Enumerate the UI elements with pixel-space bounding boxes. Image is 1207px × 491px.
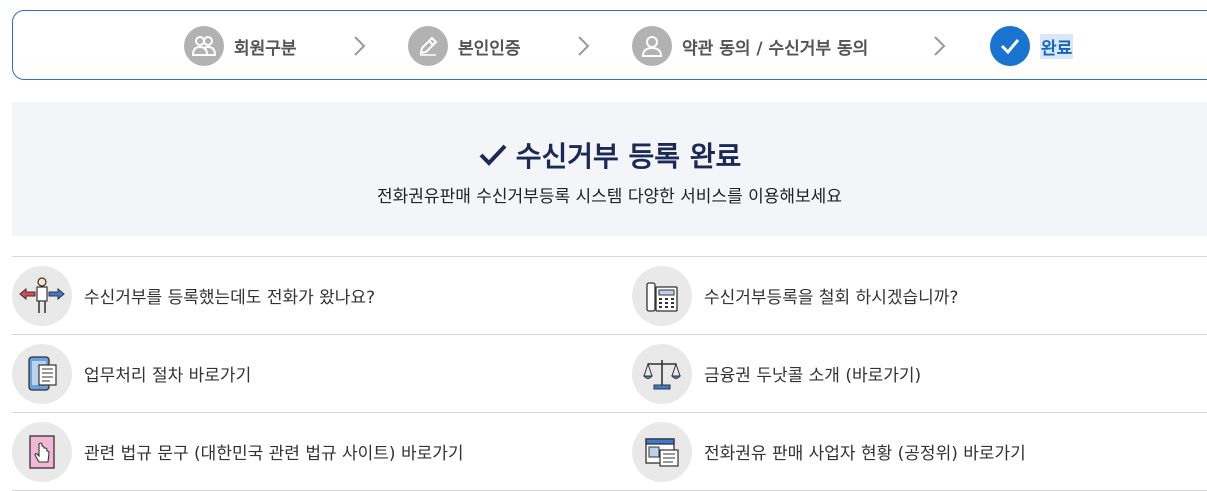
step-terms-agreement: 약관 동의 / 수신거부 동의 [632, 25, 868, 67]
link-financial-donotcall[interactable]: 금융권 두낫콜 소개 (바로가기) [632, 335, 921, 412]
service-links: 수신거부를 등록했는데도 전화가 왔나요? 수신거부등록을 철회 하시겠습니까?… [12, 256, 1207, 491]
chevron-right-icon [354, 36, 366, 56]
link-work-procedure[interactable]: 업무처리 절차 바로가기 [12, 335, 251, 412]
window-list-icon [632, 421, 692, 482]
progress-stepper: 회원구분 본인인증 약관 동의 / 수신거부 동의 완료 [12, 10, 1207, 80]
banner-title-text: 수신거부 등록 완료 [515, 140, 742, 173]
telephone-icon [632, 265, 692, 326]
link-related-laws[interactable]: 관련 법규 문구 (대한민국 관련 법규 사이트) 바로가기 [12, 413, 464, 490]
link-label: 수신거부를 등록했는데도 전화가 왔나요? [84, 288, 376, 308]
step-complete: 완료 [990, 25, 1074, 67]
step-identity-verification: 본인인증 [408, 25, 521, 67]
pencil-icon [408, 26, 448, 66]
scale-icon [632, 343, 692, 404]
user-icon [632, 26, 672, 66]
step-label: 약관 동의 / 수신거부 동의 [682, 38, 869, 59]
chevron-right-icon [934, 36, 946, 56]
check-icon [479, 144, 507, 166]
page-title: 수신거부 등록 완료 [12, 135, 1207, 175]
link-withdraw-registration[interactable]: 수신거부등록을 철회 하시겠습니까? [632, 257, 958, 334]
step-member-type: 회원구분 [184, 25, 297, 67]
link-row: 수신거부를 등록했는데도 전화가 왔나요? 수신거부등록을 철회 하시겠습니까? [12, 257, 1207, 335]
link-label: 금융권 두낫콜 소개 (바로가기) [704, 366, 922, 386]
hand-pointer-icon [12, 421, 72, 482]
tablet-document-icon [12, 343, 72, 404]
link-telemarketing-businesses[interactable]: 전화권유 판매 사업자 현황 (공정위) 바로가기 [632, 413, 1026, 490]
link-label: 전화권유 판매 사업자 현황 (공정위) 바로가기 [704, 444, 1026, 464]
step-label: 완료 [1040, 33, 1074, 59]
completion-banner: 수신거부 등록 완료 전화권유판매 수신거부등록 시스템 다양한 서비스를 이용… [12, 102, 1207, 236]
step-label: 본인인증 [458, 38, 521, 59]
link-row: 업무처리 절차 바로가기 금융권 두낫콜 소개 (바로가기) [12, 335, 1207, 413]
person-arrows-icon [12, 265, 72, 326]
check-icon [990, 26, 1030, 66]
banner-subtitle: 전화권유판매 수신거부등록 시스템 다양한 서비스를 이용해보세요 [377, 187, 842, 207]
step-label: 회원구분 [234, 38, 297, 59]
link-row: 관련 법규 문구 (대한민국 관련 법규 사이트) 바로가기 전화권유 판매 사… [12, 413, 1207, 491]
chevron-right-icon [578, 36, 590, 56]
users-icon [184, 26, 224, 66]
link-label: 수신거부등록을 철회 하시겠습니까? [704, 288, 959, 308]
link-label: 업무처리 절차 바로가기 [84, 366, 252, 386]
link-label: 관련 법규 문구 (대한민국 관련 법규 사이트) 바로가기 [84, 444, 464, 464]
link-call-after-registration[interactable]: 수신거부를 등록했는데도 전화가 왔나요? [12, 257, 375, 334]
